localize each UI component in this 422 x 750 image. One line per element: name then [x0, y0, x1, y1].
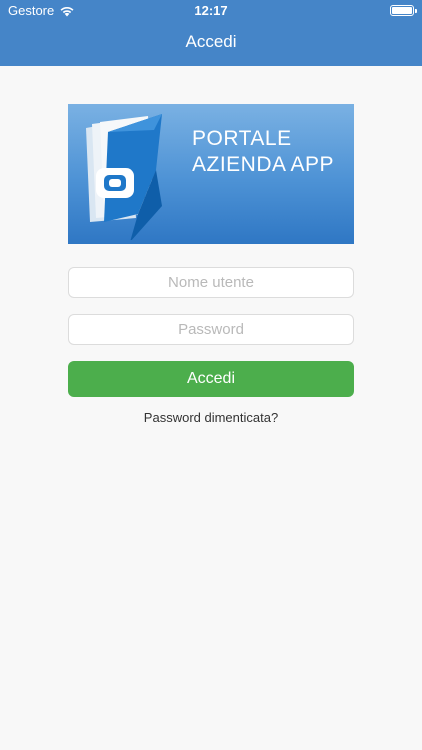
battery-level [392, 7, 412, 14]
battery-icon [390, 5, 417, 16]
login-button[interactable]: Accedi [68, 361, 354, 397]
app-banner: PORTALE AZIENDA APP [68, 104, 354, 244]
page-title: Accedi [185, 32, 237, 51]
forgot-password-link[interactable]: Password dimenticata? [0, 410, 422, 425]
username-field[interactable] [68, 267, 354, 298]
status-bar: Gestore 12:17 [0, 0, 422, 22]
banner-title-line1: PORTALE [192, 127, 292, 150]
header: Gestore 12:17 Accedi [0, 0, 422, 66]
password-field[interactable] [68, 314, 354, 345]
password-input[interactable] [69, 315, 353, 344]
banner-title: PORTALE AZIENDA APP [192, 126, 334, 178]
status-time: 12:17 [194, 3, 228, 18]
username-input[interactable] [69, 268, 353, 297]
portale-azienda-logo [86, 114, 162, 240]
banner-title-line2: AZIENDA APP [192, 153, 335, 176]
